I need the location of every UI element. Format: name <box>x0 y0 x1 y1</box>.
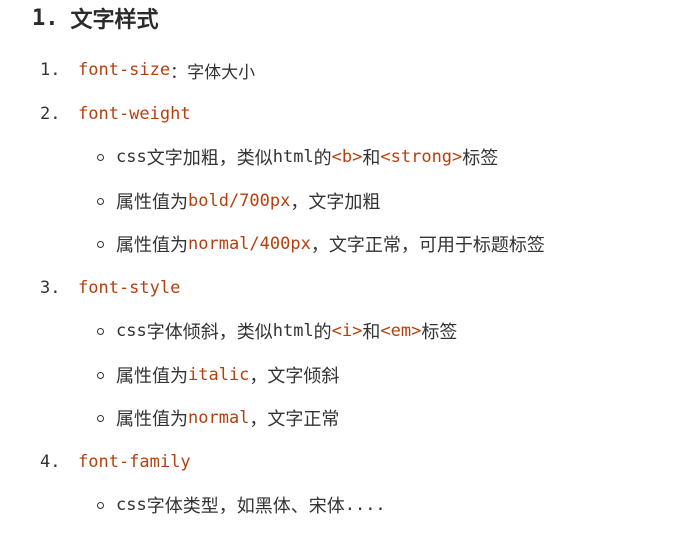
sub-item: css 字体类型，如黑体、宋体 .... <box>97 490 386 520</box>
bullet-icon <box>97 153 104 161</box>
sub-text: 字体类型，如黑体、宋体 <box>146 496 345 517</box>
item-number: 4. <box>40 452 61 472</box>
bullet-icon <box>97 371 104 379</box>
code-font-weight: font-weight <box>78 104 191 124</box>
sub-item: 属性值为 normal ，文字正常 <box>97 403 339 433</box>
code-strong-tag: <strong> <box>380 147 463 167</box>
item-number: 2. <box>40 104 61 124</box>
list-item-font-weight: 2. font-weight <box>40 99 191 129</box>
bullet-icon <box>97 240 104 248</box>
sub-item: 属性值为 bold/700px ，文字加粗 <box>97 186 380 216</box>
item-number: 1. <box>40 60 61 80</box>
sub-text: ，文字正常，可用于标题标签 <box>310 235 545 256</box>
sub-item: 属性值为 italic ，文字倾斜 <box>97 360 339 390</box>
sub-item: css 字体倾斜，类似 html 的 <i> 和 <em> 标签 <box>97 316 457 346</box>
sub-text: ，文字倾斜 <box>249 366 340 387</box>
code-normal-400: normal/400px <box>188 234 311 254</box>
bullet-icon <box>97 327 104 335</box>
code-font-size: font-size <box>78 60 171 80</box>
code-italic: italic <box>188 365 250 385</box>
ellipsis-text: .... <box>344 495 386 515</box>
sub-text: ，文字加粗 <box>290 192 381 213</box>
bullet-icon <box>97 197 104 205</box>
code-normal: normal <box>188 408 250 428</box>
sub-text: 的 <box>313 148 332 169</box>
code-bold: bold/700px <box>188 191 291 211</box>
sub-text: 字体倾斜，类似 <box>146 322 273 343</box>
sub-text: 的 <box>313 322 332 343</box>
text-css: css <box>116 495 147 515</box>
code-font-family: font-family <box>78 452 191 472</box>
sub-item: 属性值为 normal/400px ，文字正常，可用于标题标签 <box>97 229 545 259</box>
sub-text: 属性值为 <box>116 192 188 213</box>
text-css: css <box>116 147 147 167</box>
sub-text: 属性值为 <box>116 409 188 430</box>
list-item-font-size: 1. font-size ：字体大小 <box>40 55 255 85</box>
text-html: html <box>272 321 314 341</box>
sub-text: 标签 <box>462 148 499 169</box>
heading-title: 文字样式 <box>70 8 159 33</box>
text-css: css <box>116 321 147 341</box>
code-em-tag: <em> <box>380 321 422 341</box>
sub-text: 属性值为 <box>116 235 188 256</box>
code-i-tag: <i> <box>331 321 363 341</box>
bullet-icon <box>97 414 104 422</box>
sub-text: 和 <box>362 148 381 169</box>
bullet-icon <box>97 501 104 509</box>
code-b-tag: <b> <box>331 147 363 167</box>
text-html: html <box>272 147 314 167</box>
sub-text: 标签 <box>421 322 458 343</box>
item-number: 3. <box>40 278 61 298</box>
list-item-font-family: 4. font-family <box>40 447 191 477</box>
heading-number: 1. <box>32 5 59 31</box>
sub-text: 和 <box>362 322 381 343</box>
code-font-style: font-style <box>78 278 181 298</box>
sub-text: 文字加粗，类似 <box>146 148 273 169</box>
section-heading: 1. 文字样式 <box>32 0 159 36</box>
sub-text: 属性值为 <box>116 366 188 387</box>
sub-text: ，文字正常 <box>249 409 340 430</box>
sub-item: css 文字加粗，类似 html 的 <b> 和 <strong> 标签 <box>97 142 498 172</box>
item-suffix: ：字体大小 <box>170 62 256 83</box>
list-item-font-style: 3. font-style <box>40 273 180 303</box>
